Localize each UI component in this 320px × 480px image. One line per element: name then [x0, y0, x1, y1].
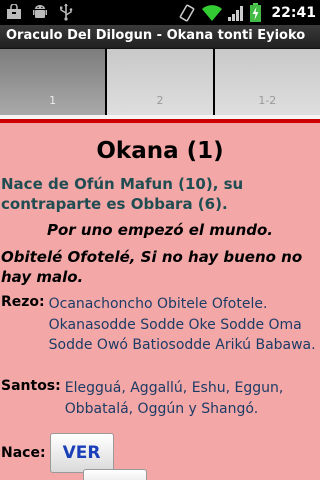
app-title: Oraculo Del Dilogun - Okana tonti Eyioko: [6, 28, 306, 43]
clock: 22:41: [271, 4, 316, 21]
shopping-bag-icon: [6, 4, 22, 20]
partial-button[interactable]: [83, 469, 147, 480]
battery-charging-icon: [250, 3, 262, 22]
content-panel[interactable]: Okana (1) Nace de Ofún Mafun (10), su co…: [0, 123, 320, 480]
nace-label: Nace:: [1, 445, 46, 461]
tab-2[interactable]: 2: [107, 49, 215, 115]
title-bar: Oraculo Del Dilogun - Okana tonti Eyioko: [0, 25, 320, 49]
obitele-text: Obitelé Ofotelé, Si no hay bueno no hay …: [1, 248, 303, 286]
santos-label: Santos:: [1, 378, 61, 394]
nace-description: Nace de Ofún Mafun (10), su contraparte …: [1, 175, 244, 213]
usb-icon: [58, 3, 74, 21]
tab-1[interactable]: 1: [0, 49, 108, 115]
ver-button[interactable]: VER: [49, 433, 114, 473]
santos-row: Santos: Elegguá, Aggallú, Eshu, Eggun, O…: [1, 378, 320, 419]
status-bar: 22:41: [0, 0, 320, 25]
rezo-label: Rezo:: [1, 294, 45, 310]
rezo-text: Ocanachoncho Obitele Ofotele. Okanasodde…: [48, 296, 316, 353]
santos-text: Elegguá, Aggallú, Eshu, Eggun, Obbatalá,…: [64, 380, 284, 417]
nace-row: Nace: VER: [1, 433, 114, 473]
tab-label: 1-2: [258, 94, 277, 107]
wifi-icon: [202, 4, 223, 22]
tab-label: 2: [156, 94, 164, 107]
page-title: Okana (1): [96, 138, 224, 164]
subtitle: Por uno empezó el mundo.: [46, 221, 274, 239]
rezo-row: Rezo: Ocanachoncho Obitele Ofotele. Okan…: [1, 294, 320, 356]
tab-label: 1: [49, 94, 57, 107]
rotate-icon: [178, 4, 196, 22]
android-robot-icon: [32, 4, 48, 20]
tab-1-2[interactable]: 1-2: [214, 49, 320, 115]
signal-icon: [228, 4, 244, 22]
tab-bar: 1 2 1-2: [0, 49, 320, 115]
